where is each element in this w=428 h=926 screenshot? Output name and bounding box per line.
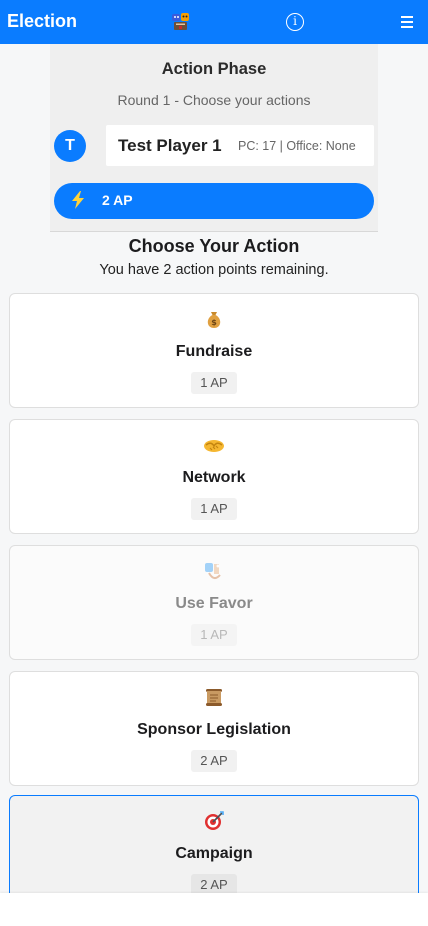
- action-points-value: 2 AP: [102, 192, 133, 208]
- action-cost-badge: 1 AP: [191, 624, 237, 646]
- action-card-use-favor: Use Favor 1 AP: [9, 545, 419, 660]
- money-bag-icon: $: [203, 308, 225, 330]
- top-nav-bar: Election i: [0, 0, 428, 44]
- remaining-points-text: You have 2 action points remaining.: [99, 262, 329, 278]
- phase-panel: Action Phase Round 1 - Choose your actio…: [50, 44, 378, 232]
- action-card-campaign[interactable]: Campaign 2 AP: [9, 795, 419, 893]
- action-name: Fundraise: [175, 343, 253, 360]
- action-name: Sponsor Legislation: [137, 721, 291, 738]
- action-name: Use Favor: [175, 595, 253, 612]
- action-cost-badge: 2 AP: [191, 874, 237, 893]
- action-cost-badge: 1 AP: [191, 498, 237, 520]
- phase-title: Action Phase: [161, 60, 267, 78]
- choose-action-heading: Choose Your Action: [128, 236, 300, 256]
- action-card-fundraise[interactable]: $ Fundraise 1 AP: [9, 293, 419, 408]
- handshake-icon: [203, 434, 225, 456]
- action-name: Network: [182, 469, 246, 486]
- bullseye-dart-icon: [203, 810, 225, 832]
- lightning-bolt-icon: [71, 191, 85, 209]
- action-name: Campaign: [175, 845, 253, 862]
- player-avatar: T: [54, 130, 86, 162]
- player-stats: PC: 17 | Office: None: [238, 139, 356, 153]
- scroll-icon: [203, 686, 225, 708]
- player-name: Test Player 1: [118, 136, 222, 155]
- action-card-sponsor-legislation[interactable]: Sponsor Legislation 2 AP: [9, 671, 419, 786]
- svg-text:$: $: [211, 318, 217, 327]
- info-icon[interactable]: i: [286, 13, 304, 31]
- player-card: Test Player 1 PC: 17 | Office: None: [106, 125, 374, 166]
- action-cost-badge: 1 AP: [191, 372, 237, 394]
- hamburger-menu-icon[interactable]: [401, 16, 413, 29]
- action-points-badge: 2 AP: [54, 183, 374, 219]
- masks-ballot-icon: [170, 11, 191, 32]
- action-card-network[interactable]: Network 1 AP: [9, 419, 419, 534]
- bottom-bar: [0, 893, 428, 926]
- main-content: Action Phase Round 1 - Choose your actio…: [0, 44, 428, 893]
- phase-subtitle: Round 1 - Choose your actions: [117, 92, 311, 108]
- action-cost-badge: 2 AP: [191, 750, 237, 772]
- favor-hands-icon: [203, 560, 225, 582]
- app-title[interactable]: Election: [7, 11, 77, 32]
